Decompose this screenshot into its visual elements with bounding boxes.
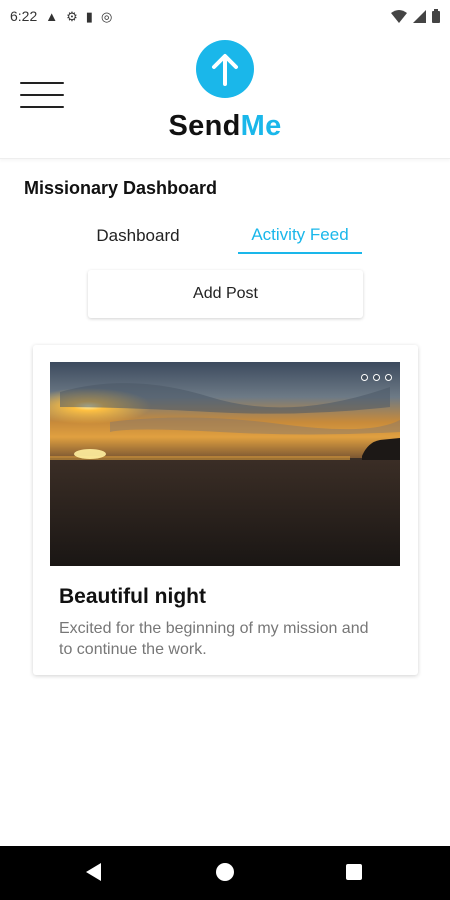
post-body: Excited for the beginning of my mission … bbox=[59, 620, 369, 658]
warning-icon: ▲ bbox=[45, 8, 59, 24]
sync-icon: ◎ bbox=[100, 8, 113, 24]
status-bar: 6:22 ▲ ⚙ ▮ ◎ bbox=[0, 0, 450, 32]
status-left: 6:22 ▲ ⚙ ▮ ◎ bbox=[10, 8, 112, 24]
arrow-up-icon bbox=[212, 54, 238, 86]
post-card[interactable]: Beautiful night Excited for the beginnin… bbox=[33, 345, 418, 675]
brand-name: SendMe bbox=[0, 110, 450, 143]
page-title: Missionary Dashboard bbox=[24, 178, 218, 198]
tab-activity-feed[interactable]: Activity Feed bbox=[238, 218, 362, 254]
more-options-icon[interactable] bbox=[361, 374, 392, 381]
brand-part-me: Me bbox=[240, 110, 282, 142]
back-icon[interactable] bbox=[86, 863, 101, 881]
signal-icon bbox=[413, 9, 426, 23]
menu-icon[interactable] bbox=[20, 82, 64, 108]
logo bbox=[196, 40, 254, 98]
wifi-icon bbox=[391, 9, 407, 23]
gear-icon: ⚙ bbox=[66, 8, 78, 24]
tab-dashboard[interactable]: Dashboard bbox=[82, 218, 194, 254]
app-header: SendMe bbox=[0, 32, 450, 159]
clock: 6:22 bbox=[10, 8, 38, 24]
sunset-photo bbox=[50, 362, 400, 566]
tab-bar: Dashboard Activity Feed bbox=[0, 218, 450, 254]
recents-icon[interactable] bbox=[346, 864, 362, 880]
brand-part-send: Send bbox=[168, 110, 241, 142]
post-title: Beautiful night bbox=[59, 585, 206, 608]
sd-card-icon: ▮ bbox=[85, 8, 93, 24]
add-post-button[interactable]: Add Post bbox=[88, 270, 363, 318]
status-right bbox=[391, 9, 440, 23]
system-navigation-bar bbox=[0, 846, 450, 900]
post-image[interactable] bbox=[50, 362, 400, 566]
home-icon[interactable] bbox=[216, 863, 234, 881]
battery-icon bbox=[432, 9, 440, 23]
